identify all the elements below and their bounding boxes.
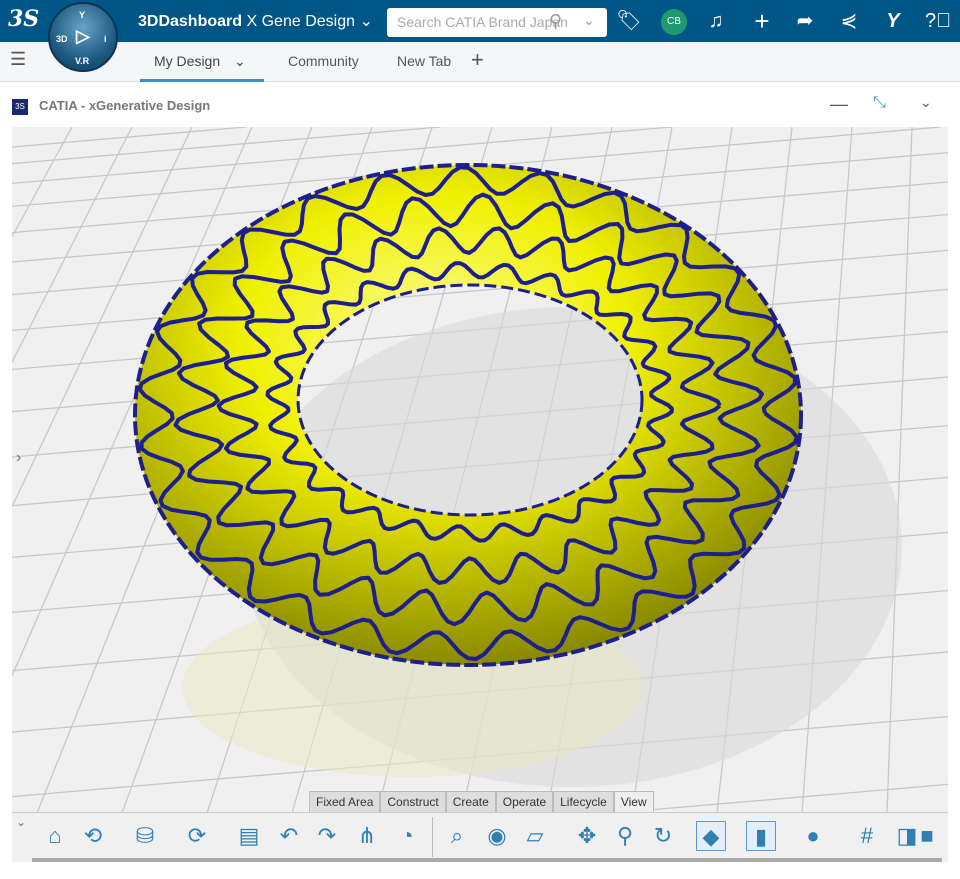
zoom-fit-icon[interactable]: ⌕ xyxy=(442,821,472,851)
expand-panel-icon[interactable]: › xyxy=(16,449,21,467)
play-icon[interactable]: ▷ xyxy=(76,26,90,47)
brand-name: 3DDashboard xyxy=(138,13,243,30)
pan-icon[interactable]: ✥ xyxy=(572,821,602,851)
sidebar-toggle-icon[interactable]: ☰ xyxy=(10,49,26,70)
home-icon[interactable]: ⌂ xyxy=(40,821,70,851)
torus-lattice-model[interactable] xyxy=(12,127,948,813)
chevron-down-icon[interactable]: ⌄ xyxy=(234,53,246,69)
tab-bar: ☰ My Design ⌄ Community New Tab + xyxy=(0,42,960,82)
avatar[interactable]: CB xyxy=(661,9,687,35)
active-tab-indicator xyxy=(140,79,264,82)
dashboard-title[interactable]: 3DDashboard X Gene Design ⌄ xyxy=(138,11,373,31)
collapse-icon[interactable]: ⤡ xyxy=(873,94,886,112)
database-icon[interactable]: ⛁ xyxy=(130,821,160,851)
material-icon[interactable]: ▮ xyxy=(746,821,776,851)
chevron-down-icon[interactable]: ⌄ xyxy=(583,12,595,29)
footer xyxy=(0,862,960,879)
widget-title: CATIA - xGenerative Design xyxy=(39,98,211,113)
chevron-down-icon[interactable]: ⌄ xyxy=(359,13,372,30)
toolbar-tab-fixed-area[interactable]: Fixed Area xyxy=(309,791,381,812)
share-network-icon[interactable]: ⋞ xyxy=(836,9,862,33)
notification-bell-icon[interactable]: ♫ xyxy=(703,9,729,33)
minimize-icon[interactable]: — xyxy=(830,94,848,115)
toolbar-tab-create[interactable]: Create xyxy=(445,791,496,812)
dashboard-name: X Gene Design xyxy=(246,13,355,30)
view-cube-icon[interactable]: ▱ xyxy=(520,821,550,851)
tab-new-tab[interactable]: New Tab xyxy=(397,53,451,69)
undo-icon[interactable]: ↶ xyxy=(274,821,304,851)
toolbar-tab-lifecycle[interactable]: Lifecycle xyxy=(553,791,614,812)
share-arrow-icon[interactable]: ➦ xyxy=(792,9,818,33)
toolbar-tab-construct[interactable]: Construct xyxy=(380,791,446,812)
zoom-icon[interactable]: ⚲ xyxy=(610,821,640,851)
add-icon[interactable]: + xyxy=(749,8,775,34)
add-tab-icon[interactable]: + xyxy=(471,47,484,73)
grid-icon[interactable]: # xyxy=(852,821,882,851)
shading-icon[interactable]: ◆ xyxy=(696,821,726,851)
hide-show-icon[interactable]: ◉ xyxy=(482,821,512,851)
compass-widget[interactable]: Y 3D i V.R ▷ xyxy=(48,2,118,72)
tab-label: My Design xyxy=(154,53,221,69)
search-icon[interactable]: ⚲ xyxy=(549,11,562,32)
tab-community[interactable]: Community xyxy=(288,53,359,69)
compass-3d[interactable]: 3D xyxy=(56,34,68,44)
search-input[interactable]: Search CATIA Brand Japan ⚲ ⌄ xyxy=(387,8,607,37)
top-bar: 3S Y 3D i V.R ▷ 3DDashboard X Gene Desig… xyxy=(0,0,960,72)
3ds-logo[interactable]: 3S xyxy=(8,6,39,32)
redo-icon[interactable]: ↷ xyxy=(312,821,342,851)
community-icon[interactable]: Y xyxy=(880,9,906,33)
toolbar-divider xyxy=(432,817,433,857)
chevron-down-icon[interactable]: ⌄ xyxy=(920,94,932,111)
toolbar-tabs: Fixed Area Construct Create Operate Lifecycl… xyxy=(309,791,654,812)
rotate-view-icon[interactable]: ↻ xyxy=(648,821,678,851)
rotate-icon[interactable]: ⟲ xyxy=(78,821,108,851)
graph-icon[interactable]: ⋔ xyxy=(352,821,382,851)
ambient-icon[interactable]: ● xyxy=(798,821,828,851)
feed-icon[interactable]: ◔ xyxy=(392,821,422,851)
box-icon[interactable]: ■ xyxy=(912,821,942,851)
app-icon: 3S xyxy=(12,99,28,115)
compass-info[interactable]: i xyxy=(104,34,107,44)
collapse-toolbar-icon[interactable]: ⌄ xyxy=(16,815,26,829)
sync-check-icon[interactable]: ⟳ xyxy=(182,821,212,851)
3d-viewport[interactable]: › xyxy=(12,127,948,813)
compass-vr[interactable]: V.R xyxy=(75,56,89,66)
widget-header: 3S CATIA - xGenerative Design — ⤡ ⌄ xyxy=(0,90,960,126)
search-placeholder: Search CATIA Brand Japan xyxy=(397,14,568,30)
action-bar: ⌄ ⌂ ⟲ ⛁ ⟳ ▤ ↶ ↷ ⋔ ◔ ⌕ ◉ ▱ ✥ ⚲ ↻ ◆ ▮ ● # ◨ ■ xyxy=(12,812,948,863)
toolbar-tab-view[interactable]: View xyxy=(613,791,654,812)
tag-icon[interactable]: 🏷︎ xyxy=(616,9,642,33)
tab-my-design[interactable]: My Design ⌄ xyxy=(154,53,246,70)
toolbar-tab-operate[interactable]: Operate xyxy=(495,791,554,812)
help-icon[interactable]: ?⃝ xyxy=(925,9,951,33)
compare-icon[interactable]: ▤ xyxy=(234,821,264,851)
compass-top[interactable]: Y xyxy=(79,10,85,20)
